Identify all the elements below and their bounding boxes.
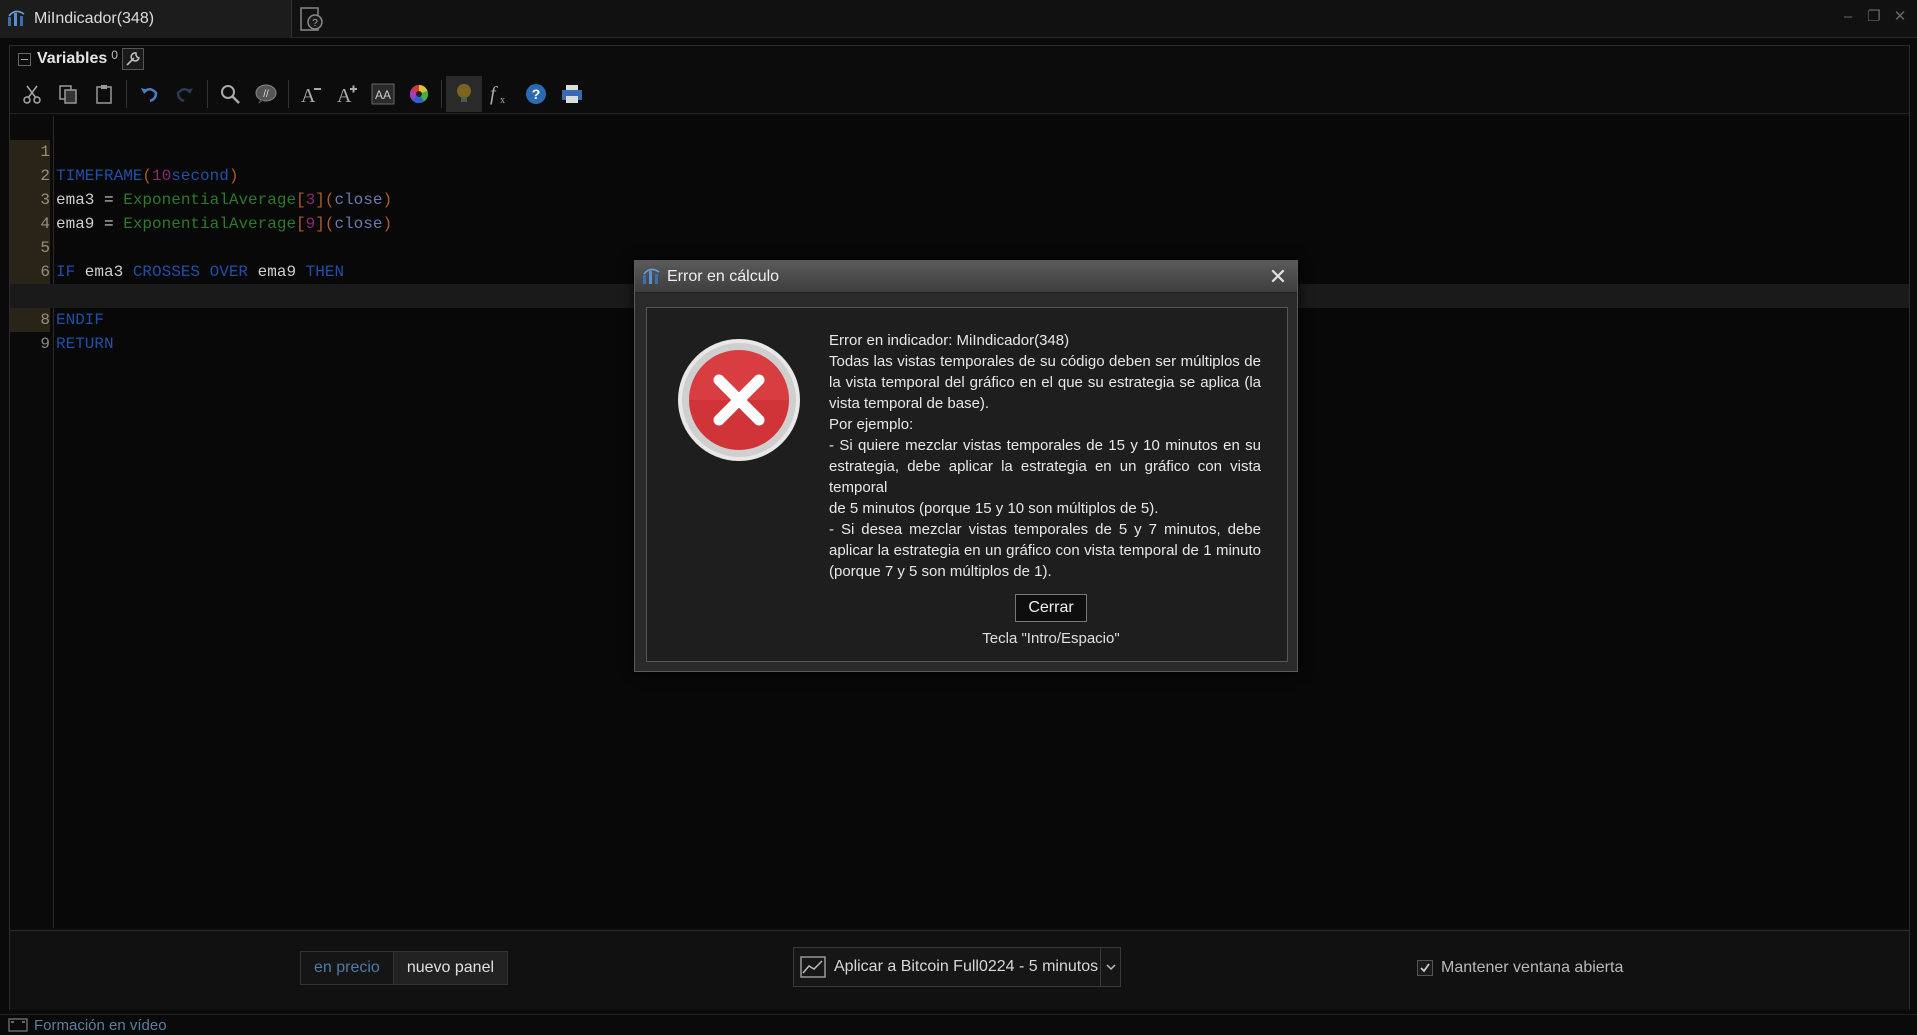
code-line-3: 3 ema9 = ExponentialAverage[9](close) [10, 164, 1909, 233]
app-logo-icon [643, 268, 660, 284]
close-button[interactable]: Cerrar [1015, 594, 1087, 622]
error-message: Error en indicador: MiIndicador(348) Tod… [829, 330, 1261, 582]
svg-text:x: x [500, 95, 505, 106]
svg-text:A: A [301, 85, 316, 105]
title-bar: MiIndicador(348) ? – ❐ ✕ [0, 0, 1917, 38]
cut-icon[interactable] [14, 76, 50, 112]
dialog-title: Error en cálculo [667, 267, 780, 285]
video-training-link[interactable]: Formación en vídeo [34, 1017, 167, 1034]
new-panel-option[interactable]: nuevo panel [393, 952, 508, 984]
help-document-icon[interactable]: ? [296, 4, 326, 34]
svg-text:?: ? [312, 18, 318, 29]
toolbar-separator [288, 79, 289, 108]
minimize-icon[interactable]: – [1839, 8, 1857, 26]
code-line-6: 6 DRAWARROW(barindex, close) [10, 236, 1909, 305]
print-icon[interactable] [554, 76, 590, 112]
font-decrease-icon[interactable]: A [293, 76, 329, 112]
keep-open-checkbox[interactable] [1417, 960, 1433, 976]
message-line: - Si quiere mezclar vistas temporales de… [829, 437, 1261, 496]
close-icon[interactable]: ✕ [1267, 266, 1289, 288]
bottom-bar: en precio nuevo panel Aplicar a Bitcoin … [10, 930, 1909, 1010]
code-line-1: 1 TIMEFRAME(10second) [10, 116, 1909, 185]
toolbar-separator [126, 79, 127, 108]
variables-count: 0 [111, 48, 118, 62]
variables-bar: Variables 0 [10, 46, 1909, 72]
app-logo-icon [8, 10, 25, 26]
error-dialog: Error en cálculo ✕ Error en indicador: M… [634, 260, 1298, 672]
message-line: Por ejemplo: [829, 416, 914, 433]
font-increase-icon[interactable]: A [329, 76, 365, 112]
svg-text:f: f [490, 83, 498, 105]
code-line-5: 5 IF ema3 CROSSES OVER ema9 THEN [10, 212, 1909, 281]
message-line: de 5 minutos (porque 15 y 10 son múltipl… [829, 500, 1159, 517]
toolbar-separator [441, 79, 442, 108]
dialog-body: Error en indicador: MiIndicador(348) Tod… [646, 307, 1288, 662]
keep-window-open[interactable]: Mantener ventana abierta [1417, 959, 1623, 977]
svg-text:?: ? [532, 86, 541, 102]
collapse-toggle[interactable] [18, 52, 31, 66]
svg-text:A: A [337, 85, 352, 105]
close-window-icon[interactable]: ✕ [1891, 8, 1909, 26]
wrench-icon[interactable] [121, 48, 144, 70]
copy-icon[interactable] [50, 76, 86, 112]
tab-title: MiIndicador(348) [34, 10, 155, 27]
message-line: Error en indicador: MiIndicador(348) [829, 332, 1070, 349]
editor-tab[interactable]: MiIndicador(348) [0, 0, 292, 38]
message-line: - Si desea mezclar vistas temporales de … [829, 521, 1261, 580]
variables-label: Variables [37, 50, 108, 67]
footer-bar: Formación en vídeo [0, 1014, 1917, 1035]
message-line: Todas las vistas temporales de su código… [829, 353, 1261, 412]
restore-icon[interactable]: ❐ [1865, 8, 1883, 26]
apply-to-chart-button[interactable]: Aplicar a Bitcoin Full0224 - 5 minutos [793, 947, 1121, 987]
dialog-header: Error en cálculo ✕ [635, 261, 1297, 293]
svg-text:AA: AA [375, 88, 391, 102]
code-line-2: 2 ema3 = ExponentialAverage[3](close) [10, 140, 1909, 209]
font-case-icon[interactable]: AA [365, 76, 401, 112]
redo-icon[interactable] [167, 76, 203, 112]
error-icon [678, 339, 800, 461]
keyboard-hint: Tecla "Intro/Espacio" [982, 630, 1120, 647]
lightbulb-icon[interactable] [446, 75, 482, 112]
chevron-down-icon[interactable] [1100, 948, 1120, 986]
in-price-option[interactable]: en precio [301, 952, 394, 984]
code-line-4: 4 [10, 188, 1909, 236]
window-controls: – ❐ ✕ [1839, 8, 1909, 26]
chart-icon [800, 956, 826, 978]
comment-icon[interactable]: // [248, 76, 284, 112]
color-wheel-icon[interactable] [401, 76, 437, 112]
svg-text://: // [263, 89, 269, 100]
paste-icon[interactable] [86, 76, 122, 112]
display-mode-toggle: en precio nuevo panel [300, 951, 509, 985]
editor-toolbar: // A A AA fx ? [10, 74, 1909, 114]
help-icon[interactable]: ? [518, 76, 554, 112]
undo-icon[interactable] [131, 76, 167, 112]
toolbar-separator [207, 79, 208, 108]
apply-label: Aplicar a Bitcoin Full0224 - 5 minutos [834, 958, 1099, 975]
keep-open-label: Mantener ventana abierta [1441, 959, 1624, 976]
line-number: 9 [40, 335, 50, 353]
function-icon[interactable]: fx [482, 76, 518, 112]
search-icon[interactable] [212, 76, 248, 112]
video-icon [8, 1018, 28, 1032]
